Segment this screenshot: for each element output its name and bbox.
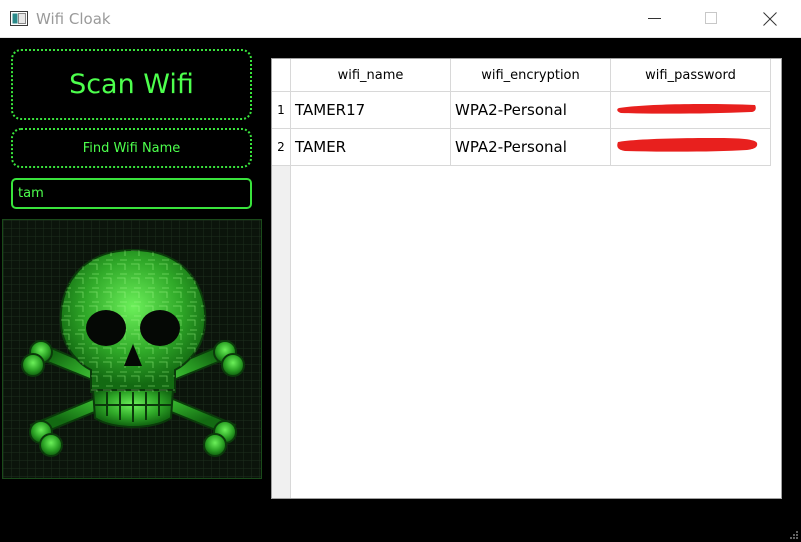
row-header[interactable]: 2	[272, 129, 291, 166]
wifi-table[interactable]: wifi_name wifi_encryption wifi_password …	[271, 58, 782, 499]
find-wifi-name-button[interactable]: Find Wifi Name	[11, 128, 252, 168]
column-header-wifi-password[interactable]: wifi_password	[611, 59, 771, 92]
minimize-button[interactable]	[627, 0, 685, 38]
password-redaction-mark	[617, 138, 758, 152]
cell-wifi-password[interactable]	[611, 92, 771, 129]
scan-wifi-button[interactable]: Scan Wifi	[11, 49, 252, 120]
column-header-wifi-name[interactable]: wifi_name	[291, 59, 451, 92]
main-window: Scan Wifi Find Wifi Name tam wifi_name w…	[0, 38, 801, 542]
cell-wifi-encryption[interactable]: WPA2-Personal	[451, 129, 611, 166]
cell-wifi-name[interactable]: TAMER	[291, 129, 451, 166]
skull-image	[2, 219, 262, 479]
window-title: Wifi Cloak	[36, 10, 111, 28]
title-bar: Wifi Cloak	[0, 0, 801, 38]
app-icon	[10, 11, 28, 26]
cell-wifi-encryption[interactable]: WPA2-Personal	[451, 92, 611, 129]
close-icon	[763, 12, 777, 26]
column-header-wifi-encryption[interactable]: wifi_encryption	[451, 59, 611, 92]
close-button[interactable]	[742, 0, 800, 38]
minimize-icon	[648, 18, 661, 19]
maximize-icon	[705, 12, 717, 24]
password-redaction-mark	[617, 104, 756, 114]
cell-wifi-name[interactable]: TAMER17	[291, 92, 451, 129]
skull-and-crossbones-icon	[3, 220, 261, 478]
table-corner-button[interactable]	[272, 59, 291, 92]
row-header[interactable]: 1	[272, 92, 291, 129]
resize-grip-icon[interactable]	[789, 530, 799, 540]
cell-wifi-password[interactable]	[611, 129, 771, 166]
maximize-button[interactable]	[684, 0, 742, 38]
search-input[interactable]	[11, 178, 252, 209]
